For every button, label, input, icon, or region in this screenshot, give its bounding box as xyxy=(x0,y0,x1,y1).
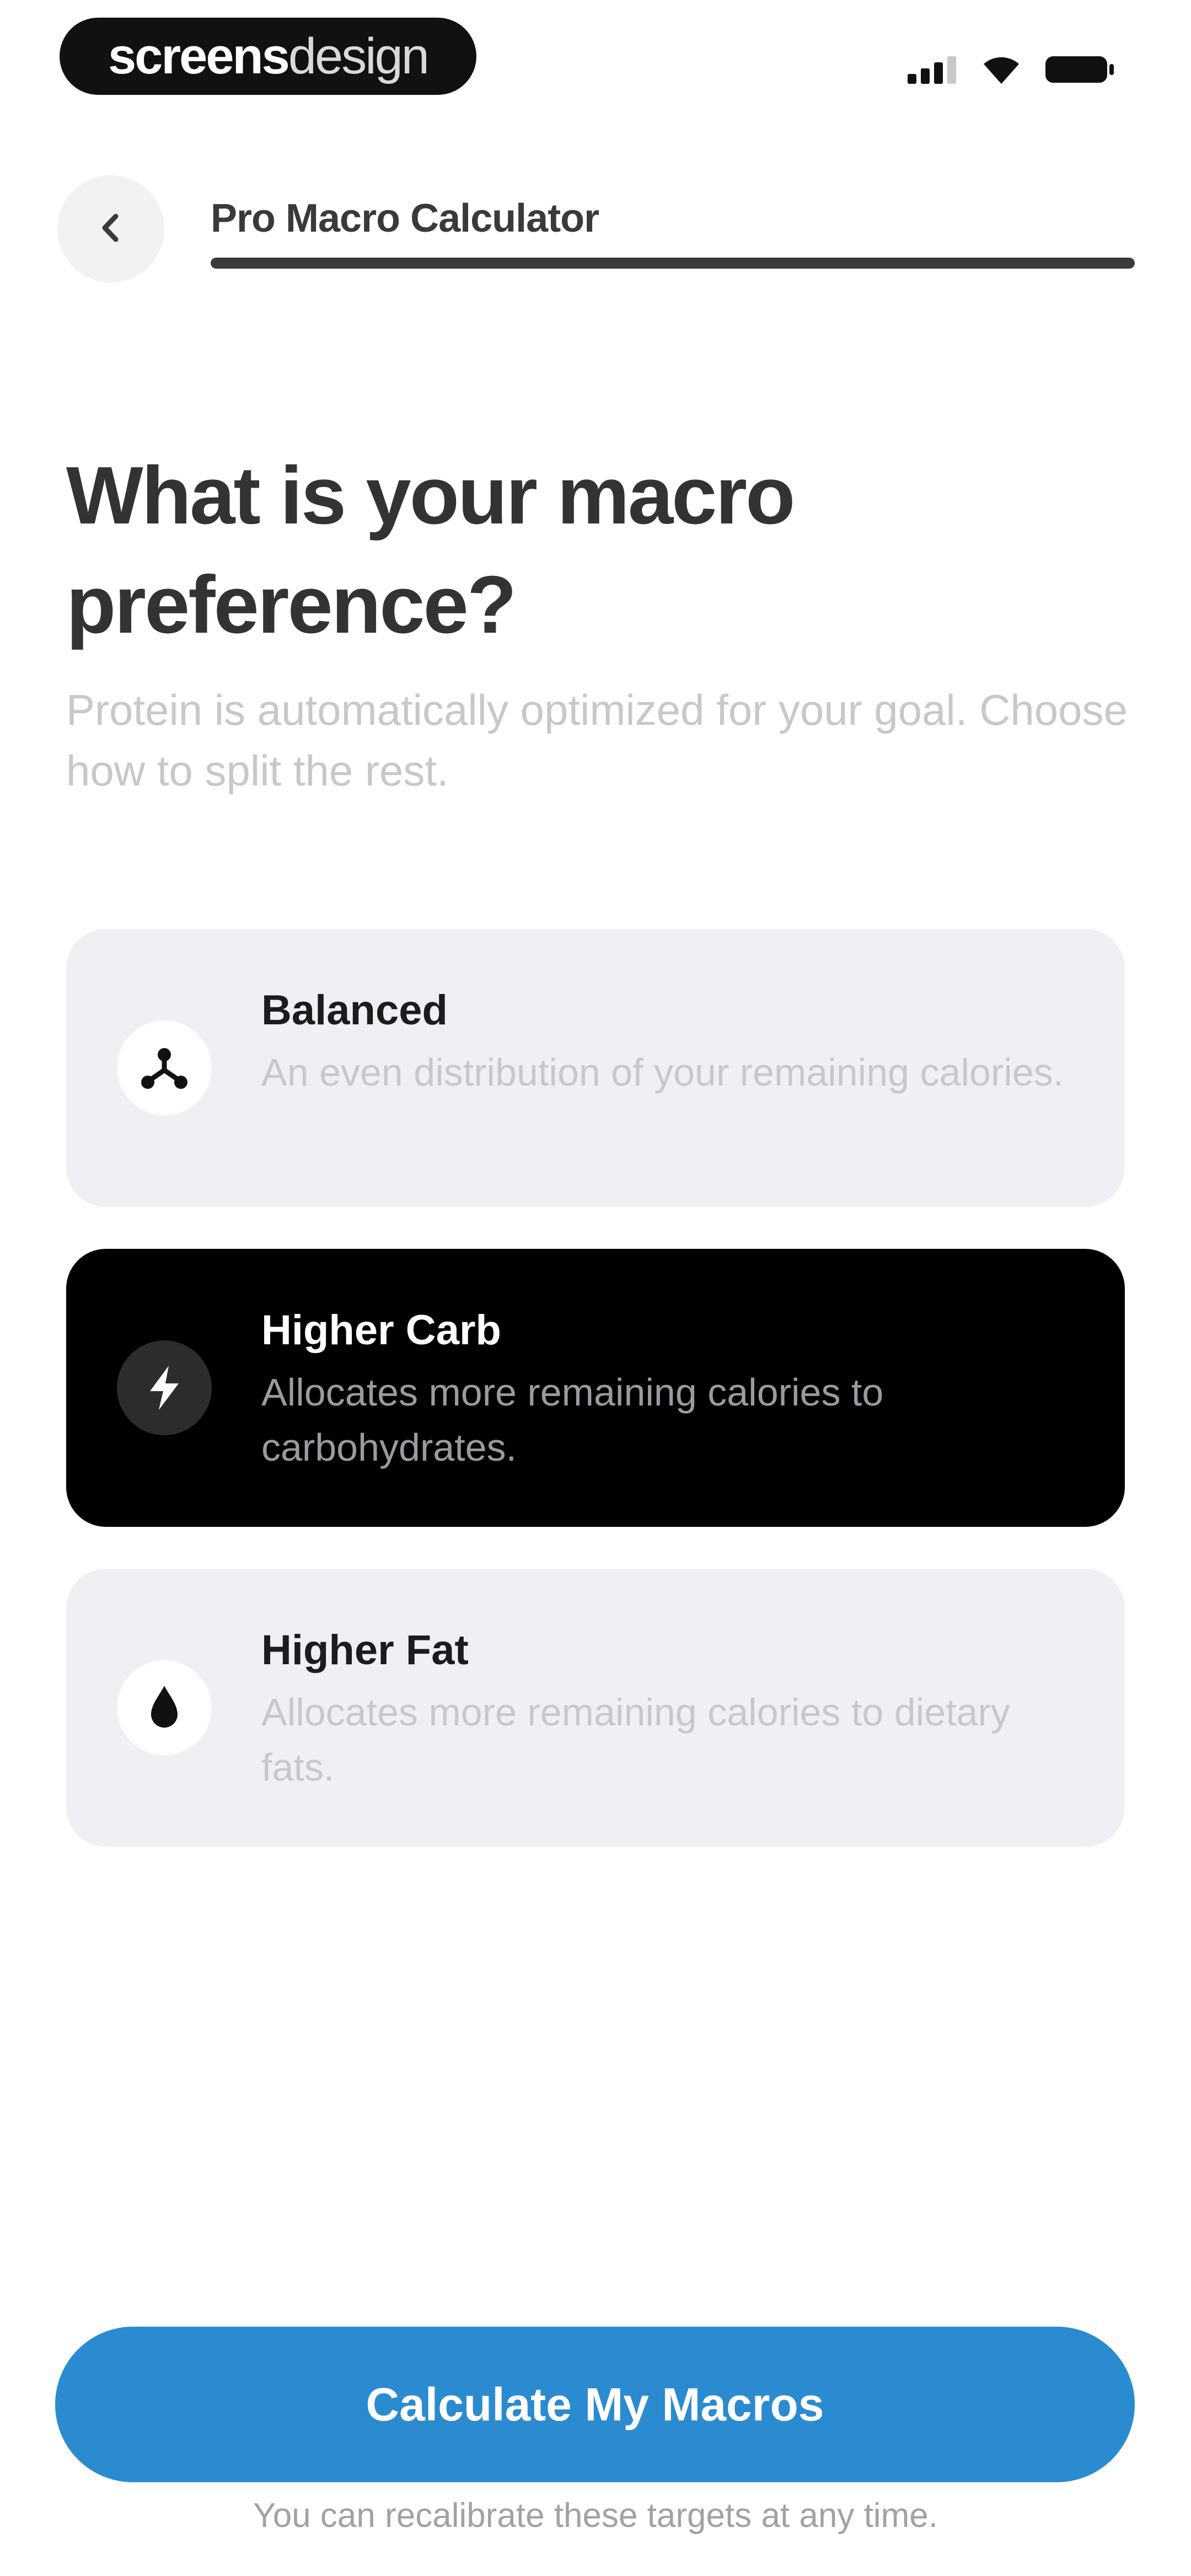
option-title: Higher Fat xyxy=(261,1627,469,1674)
option-title: Higher Carb xyxy=(261,1307,501,1354)
back-button[interactable] xyxy=(57,175,164,282)
droplet-icon xyxy=(117,1660,212,1755)
progress-bar xyxy=(211,258,1135,269)
option-text: Balanced An even distribution of your re… xyxy=(261,984,1077,1100)
option-higher-fat[interactable]: Higher Fat Allocates more remaining calo… xyxy=(66,1569,1125,1847)
option-text: Higher Carb Allocates more remaining cal… xyxy=(261,1304,1077,1475)
brand-badge: screens design xyxy=(60,18,476,95)
chevron-left-icon xyxy=(92,209,130,250)
cellular-signal-icon xyxy=(908,55,958,84)
battery-icon xyxy=(1044,54,1116,85)
balance-nodes-icon xyxy=(117,1020,212,1115)
option-title: Balanced xyxy=(261,987,448,1034)
option-text: Higher Fat Allocates more remaining calo… xyxy=(261,1624,1077,1795)
option-description: Allocates more remaining calories to die… xyxy=(261,1691,1010,1789)
wifi-icon xyxy=(980,54,1022,85)
status-icons xyxy=(908,53,1116,86)
progress-fill xyxy=(211,258,1135,269)
nav-title: Pro Macro Calculator xyxy=(211,196,599,241)
option-balanced[interactable]: Balanced An even distribution of your re… xyxy=(66,929,1125,1207)
status-bar: screens design xyxy=(0,0,1191,116)
brand-text-light: design xyxy=(288,28,430,84)
option-description: An even distribution of your remaining c… xyxy=(261,1051,1064,1094)
brand-text-bold: screens xyxy=(108,28,290,84)
option-list: Balanced An even distribution of your re… xyxy=(66,929,1125,1889)
footer-note: You can recalibrate these targets at any… xyxy=(253,2497,938,2535)
lightning-bolt-icon xyxy=(117,1340,212,1435)
macro-preference-screen: screens design Pro Macro Calculator What… xyxy=(0,0,1191,2576)
question-title: What is your macro preference? xyxy=(66,450,795,650)
question-subtitle: Protein is automatically optimized for y… xyxy=(66,686,1128,795)
option-description: Allocates more remaining calories to car… xyxy=(261,1371,884,1469)
option-higher-carb[interactable]: Higher Carb Allocates more remaining cal… xyxy=(66,1249,1125,1527)
calculate-macros-button[interactable]: Calculate My Macros xyxy=(55,2327,1135,2482)
